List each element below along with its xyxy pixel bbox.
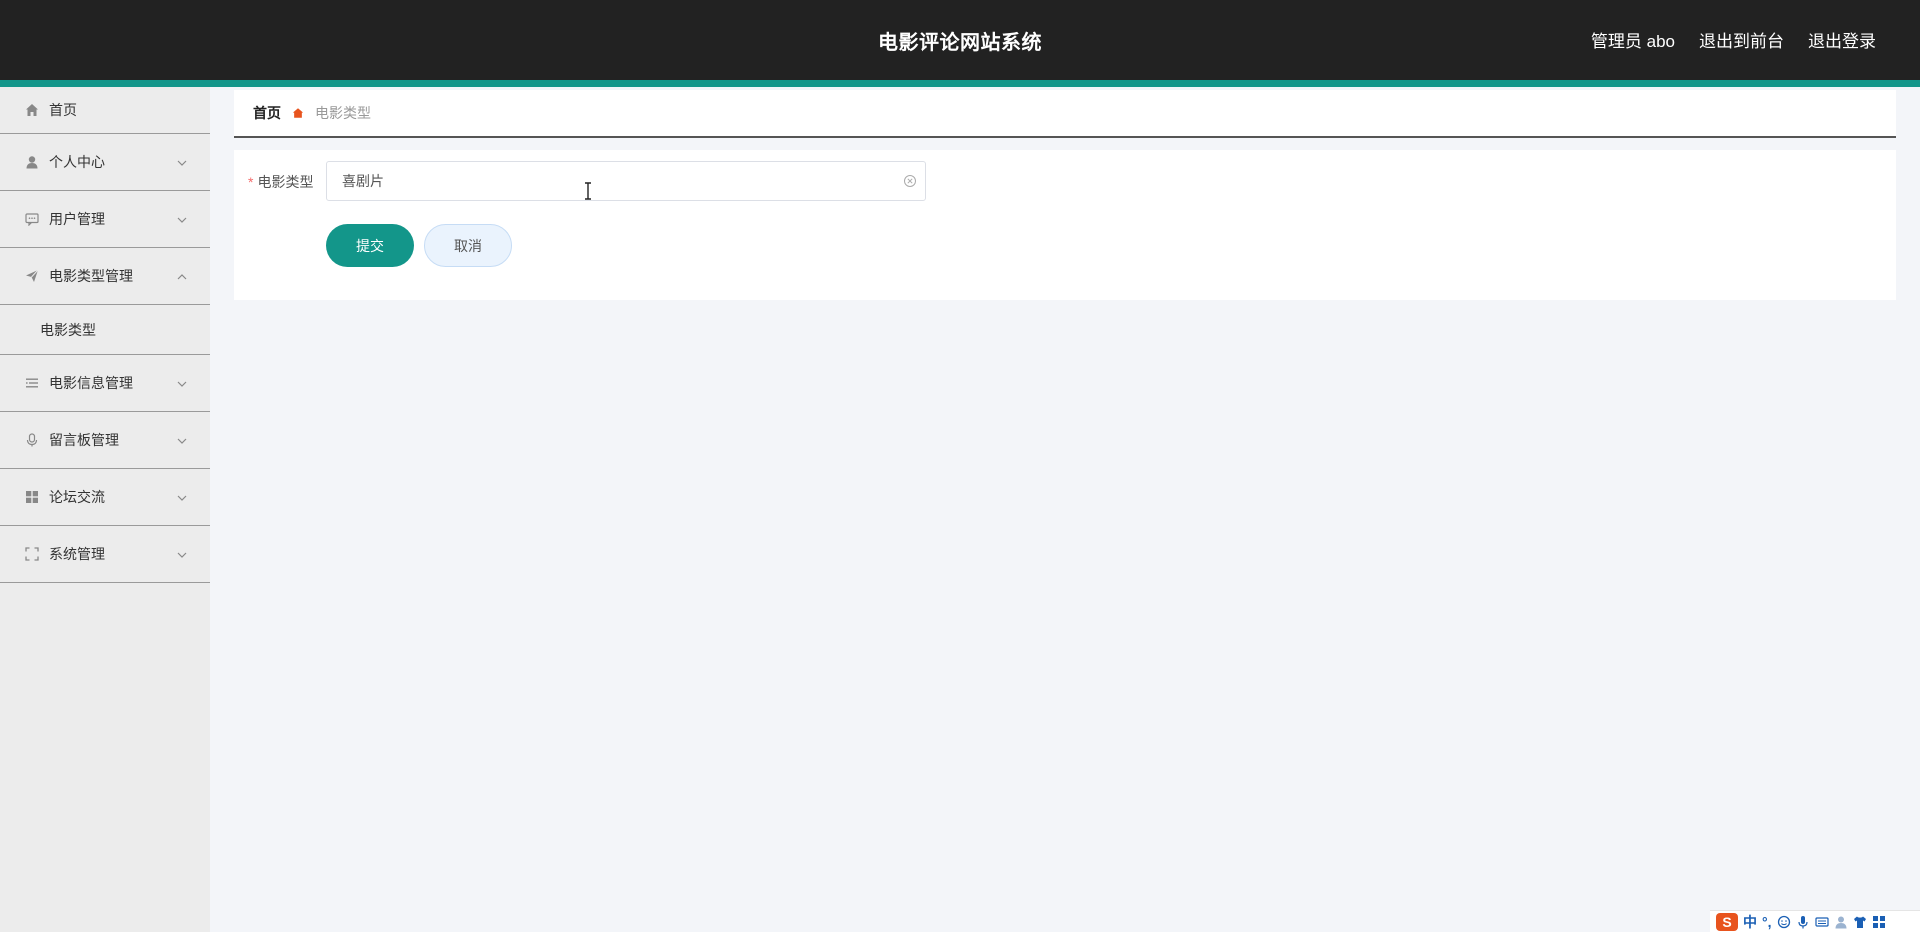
submit-button[interactable]: 提交 [326, 224, 414, 267]
sidebar-item-home[interactable]: 首页 [0, 87, 210, 134]
sidebar-item-label: 论坛交流 [49, 489, 105, 505]
sidebar-item-label: 系统管理 [49, 546, 105, 562]
house-icon [291, 106, 305, 120]
admin-user-label: 管理员 abo [1590, 32, 1675, 51]
chevron-down-icon [176, 377, 188, 389]
skin-shirt-icon[interactable] [1853, 915, 1867, 929]
clear-circle-icon[interactable] [903, 174, 917, 188]
sidebar-item-profile[interactable]: 个人中心 [0, 134, 210, 191]
ime-punctuation-toggle[interactable]: °, [1762, 914, 1772, 930]
sidebar-item-system-management[interactable]: 系统管理 [0, 526, 210, 583]
sidebar-item-movie-info-management[interactable]: 电影信息管理 [0, 355, 210, 412]
sidebar-item-movie-type-management[interactable]: 电影类型管理 [0, 248, 210, 305]
sidebar-item-forum[interactable]: 论坛交流 [0, 469, 210, 526]
top-header: 电影评论网站系统 管理员 abo 退出到前台 退出登录 [0, 0, 1920, 80]
emoji-icon[interactable] [1777, 915, 1791, 929]
movie-type-input-wrapper [326, 161, 926, 201]
sogou-logo-icon[interactable]: S [1716, 912, 1738, 931]
logout-link[interactable]: 退出登录 [1808, 27, 1876, 52]
sidebar-item-users[interactable]: 用户管理 [0, 191, 210, 248]
chevron-down-icon [176, 434, 188, 446]
toolbox-grid-icon[interactable] [1872, 915, 1886, 929]
sidebar-item-label: 首页 [49, 102, 77, 118]
user-avatar-icon[interactable] [1834, 915, 1848, 929]
mic-icon [25, 433, 39, 447]
movie-type-input[interactable] [327, 162, 925, 200]
field-label-text: 电影类型 [257, 174, 314, 190]
breadcrumb-home[interactable]: 首页 [253, 103, 281, 123]
fullscreen-icon [25, 547, 39, 561]
header-actions: 管理员 abo 退出到前台 退出登录 [1591, 27, 1876, 52]
home-icon [25, 103, 39, 117]
keyboard-icon[interactable] [1814, 915, 1829, 929]
sidebar-item-label: 留言板管理 [49, 432, 119, 448]
microphone-icon[interactable] [1796, 915, 1810, 929]
sidebar-item-label: 电影信息管理 [49, 375, 133, 391]
send-icon [25, 269, 39, 283]
chat-icon [25, 212, 39, 226]
breadcrumb: 首页 电影类型 [234, 90, 1896, 138]
required-mark: * [248, 174, 254, 190]
text-cursor-icon [585, 182, 591, 200]
chevron-down-icon [176, 491, 188, 503]
chevron-down-icon [176, 213, 188, 225]
ime-toolbar: S 中 °, [1710, 910, 1920, 932]
sidebar-item-message-board-management[interactable]: 留言板管理 [0, 412, 210, 469]
ime-mode-toggle[interactable]: 中 [1743, 912, 1757, 932]
sidebar-item-label: 用户管理 [49, 211, 105, 227]
exit-to-front-link[interactable]: 退出到前台 [1699, 27, 1784, 52]
sidebar-item-label: 个人中心 [49, 154, 105, 170]
sidebar-subitem-movie-type[interactable]: 电影类型 [0, 305, 210, 355]
chevron-up-icon [176, 270, 188, 282]
form-card: *电影类型 提交 取消 [234, 150, 1896, 300]
movie-type-field-label: * 电影类型 [248, 172, 313, 192]
breadcrumb-current: 电影类型 [315, 105, 371, 121]
header-accent-bar [0, 80, 1920, 87]
grid-icon [25, 490, 39, 504]
cancel-button[interactable]: 取消 [424, 224, 512, 267]
user-icon [25, 155, 39, 169]
chevron-down-icon [176, 156, 188, 168]
chevron-down-icon [176, 548, 188, 560]
sidebar-item-label: 电影类型管理 [49, 268, 133, 284]
sidebar: 首页 个人中心 用户管理 电影类型管理 电影类型 电影信息管理 留言板管理 论坛… [0, 87, 210, 932]
list-icon [25, 376, 39, 390]
